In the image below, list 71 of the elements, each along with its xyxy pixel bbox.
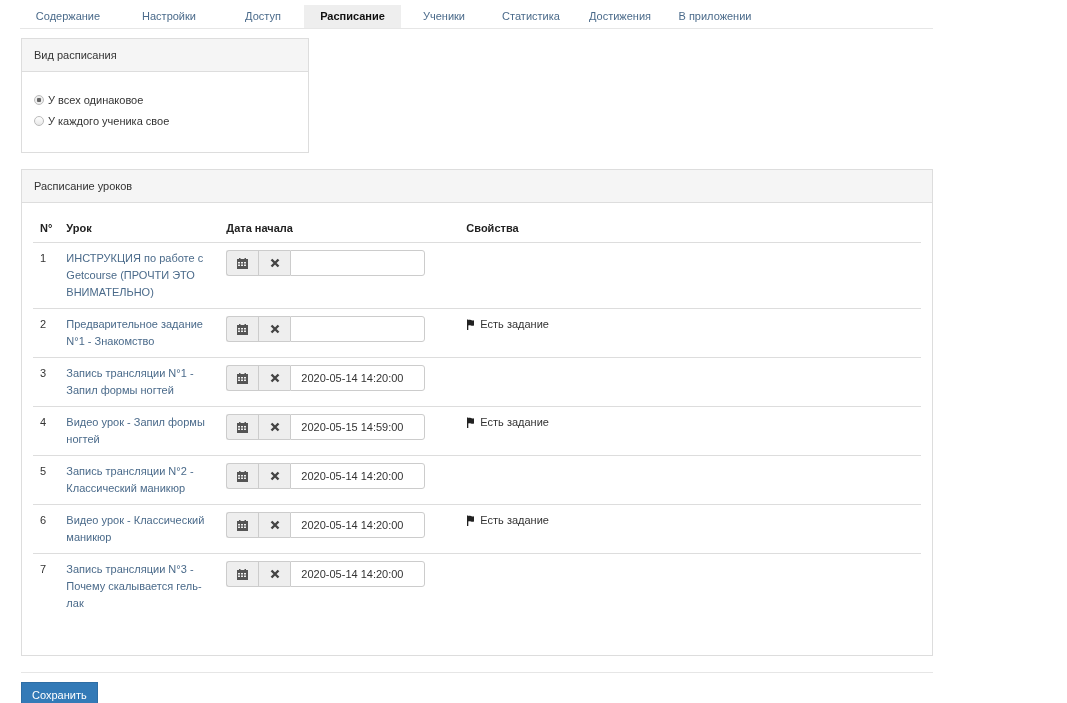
calendar-button[interactable] — [226, 250, 259, 276]
close-icon — [269, 258, 280, 268]
clear-button[interactable] — [258, 414, 291, 440]
calendar-icon — [237, 421, 249, 433]
date-input[interactable]: 2020-05-14 14:20:00 — [290, 365, 426, 391]
calendar-button[interactable] — [226, 463, 259, 489]
radio-label[interactable]: У всех одинаковое — [48, 94, 144, 106]
calendar-icon — [237, 372, 249, 384]
lesson-link[interactable]: Запись трансляции N°3 - Почему скалывается гель-лак — [66, 561, 213, 612]
close-icon — [269, 373, 280, 383]
row-number: 7 — [40, 563, 47, 575]
radio-label[interactable]: У каждого ученика свое — [48, 115, 170, 127]
tab[interactable]: Содержание — [20, 5, 116, 28]
close-icon — [269, 569, 280, 579]
row-number: 3 — [40, 367, 47, 379]
row-number: 1 — [40, 252, 47, 264]
column-header: Урок — [59, 213, 220, 243]
date-input[interactable]: 2020-05-14 14:20:00 — [290, 463, 426, 489]
row-number: 2 — [40, 318, 47, 330]
tab[interactable]: В приложении — [665, 5, 765, 28]
row-number: 5 — [40, 465, 47, 477]
date-input[interactable]: 2020-05-14 14:20:00 — [290, 561, 426, 587]
panel-heading: Расписание уроков — [22, 170, 932, 203]
column-header: Свойства — [459, 213, 921, 243]
radio-button[interactable] — [34, 95, 44, 105]
date-input[interactable] — [290, 250, 426, 276]
row-number: 6 — [40, 514, 47, 526]
calendar-icon — [237, 323, 249, 335]
lesson-link[interactable]: Предварительное задание N°1 - Знакомство — [66, 316, 213, 350]
date-input[interactable] — [290, 316, 426, 342]
calendar-icon — [237, 519, 249, 531]
calendar-button[interactable] — [226, 512, 259, 538]
close-icon — [269, 324, 280, 334]
calendar-icon — [237, 568, 249, 580]
calendar-icon — [237, 470, 249, 482]
close-icon — [269, 520, 280, 530]
clear-button[interactable] — [258, 463, 291, 489]
property-label: Есть задание — [480, 415, 549, 430]
tab[interactable]: Статистика — [487, 5, 575, 28]
calendar-button[interactable] — [226, 561, 259, 587]
close-icon — [269, 471, 280, 481]
date-input[interactable]: 2020-05-14 14:20:00 — [290, 512, 426, 538]
lesson-link[interactable]: Видео урок - Классический маникюр — [66, 512, 213, 546]
lesson-link[interactable]: Запись трансляции N°2 - Классический маникюр — [66, 463, 213, 497]
property-label: Есть задание — [480, 317, 549, 332]
tab[interactable]: Расписание — [304, 5, 401, 28]
tab[interactable]: Настройки — [116, 5, 222, 28]
lesson-link[interactable]: Запись трансляции N°1 - Запил формы ногтей — [66, 365, 213, 399]
calendar-button[interactable] — [226, 365, 259, 391]
clear-button[interactable] — [258, 561, 291, 587]
date-input[interactable]: 2020-05-15 14:59:00 — [290, 414, 426, 440]
lesson-link[interactable]: ИНСТРУКЦИЯ по работе с Getcourse (ПРОЧТИ ЭТО ВНИМАТЕЛЬНО) — [66, 250, 213, 301]
lesson-link[interactable]: Видео урок - Запил формы ногтей — [66, 414, 213, 448]
save-button[interactable]: Сохранить — [21, 682, 98, 703]
calendar-button[interactable] — [226, 316, 259, 342]
tab[interactable]: Достижения — [575, 5, 665, 28]
property-label: Есть задание — [480, 513, 549, 528]
clear-button[interactable] — [258, 250, 291, 276]
row-number: 4 — [40, 416, 47, 428]
calendar-icon — [237, 257, 249, 269]
clear-button[interactable] — [258, 512, 291, 538]
tab[interactable]: Ученики — [401, 5, 487, 28]
column-header: N° — [33, 213, 60, 243]
panel-heading: Вид расписания — [22, 39, 308, 72]
calendar-button[interactable] — [226, 414, 259, 440]
clear-button[interactable] — [258, 316, 291, 342]
column-header: Дата начала — [219, 213, 460, 243]
tab[interactable]: Доступ — [222, 5, 304, 28]
radio-button[interactable] — [34, 116, 44, 126]
clear-button[interactable] — [258, 365, 291, 391]
close-icon — [269, 422, 280, 432]
